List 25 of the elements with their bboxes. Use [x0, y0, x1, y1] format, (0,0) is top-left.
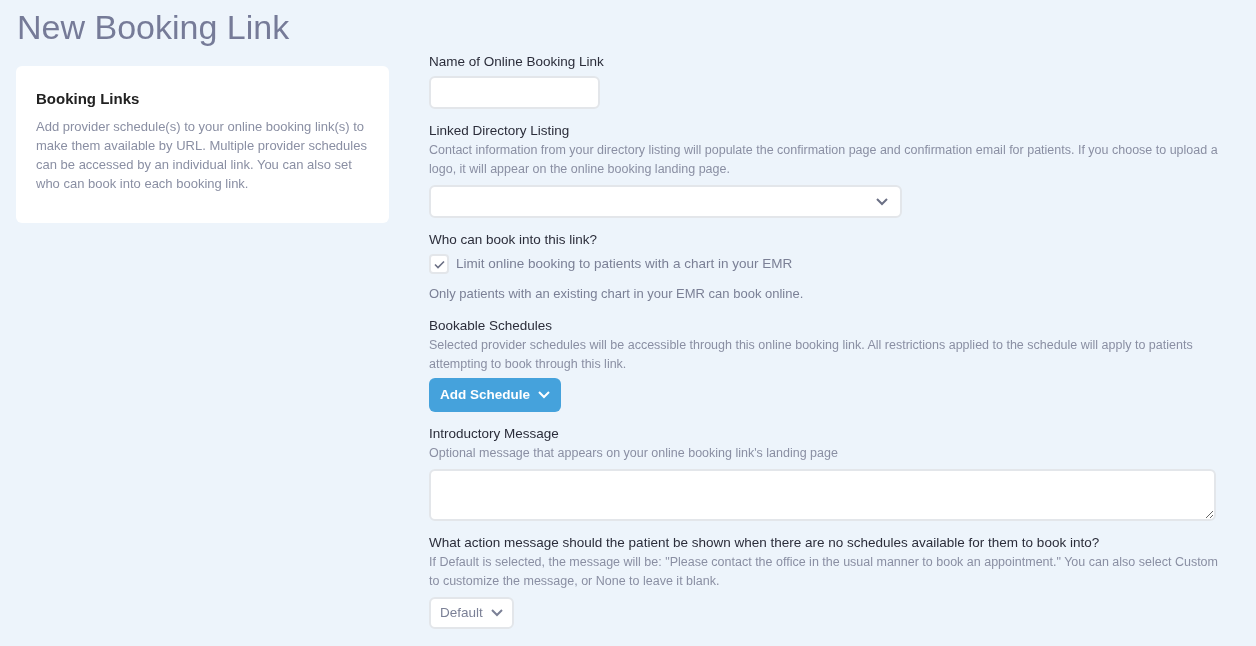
help-text: Selected provider schedules will be accessible through this online booking link. All restrictions applied to the schedule will apply to patients attempting to book through this link.	[429, 336, 1194, 373]
field-label: Bookable Schedules	[429, 316, 554, 335]
page-title: New Booking Link	[16, 7, 290, 44]
field-label: What action message should the patient be shown when there are no schedules available for them to book into?	[429, 533, 1101, 552]
help-text: Contact information from your directory listing will populate the confirmation page and confirmation email for patients. If you choose to upload a logo, it will appear on the online booking landing page.	[429, 142, 1219, 178]
card-description: Add provider schedule(s) to your online booking link(s) to make them available by URL. Multiple provider schedules can be accessed by an individual link. You can also set who can book into each booking link.	[36, 117, 368, 193]
chevron-down-icon	[876, 197, 888, 206]
chevron-down-icon	[538, 390, 550, 399]
text-input-field[interactable]	[429, 76, 600, 109]
chevron-down-icon	[490, 608, 503, 617]
field-label: Who can book into this link?	[429, 231, 599, 249]
field-label: Linked Directory Listing	[429, 122, 571, 140]
select-field[interactable]	[429, 185, 902, 218]
card-heading: Booking Links	[36, 89, 141, 109]
help-text: Optional message that appears on your online booking link's landing page	[429, 444, 839, 462]
action-message-dropdown[interactable]: Default	[429, 596, 514, 629]
field-label: Name of Online Booking Link	[429, 53, 605, 71]
message-text-area[interactable]	[429, 468, 1216, 521]
checkbox-label: Limit online booking to patients with a chart in your EMR	[456, 255, 793, 273]
field-label: Introductory Message	[429, 424, 560, 443]
add-schedule-button[interactable]: Add Schedule	[429, 377, 561, 412]
help-text: If Default is selected, the message will be: "Please contact the office in the usual manner to book an appointment." You can also select Custom to customize the message, or None to leave it blank.	[429, 553, 1219, 590]
note-text: Only patients with an existing chart in your EMR can book online.	[429, 285, 805, 304]
checkmark-icon	[433, 259, 445, 269]
checkbox[interactable]	[429, 254, 449, 275]
